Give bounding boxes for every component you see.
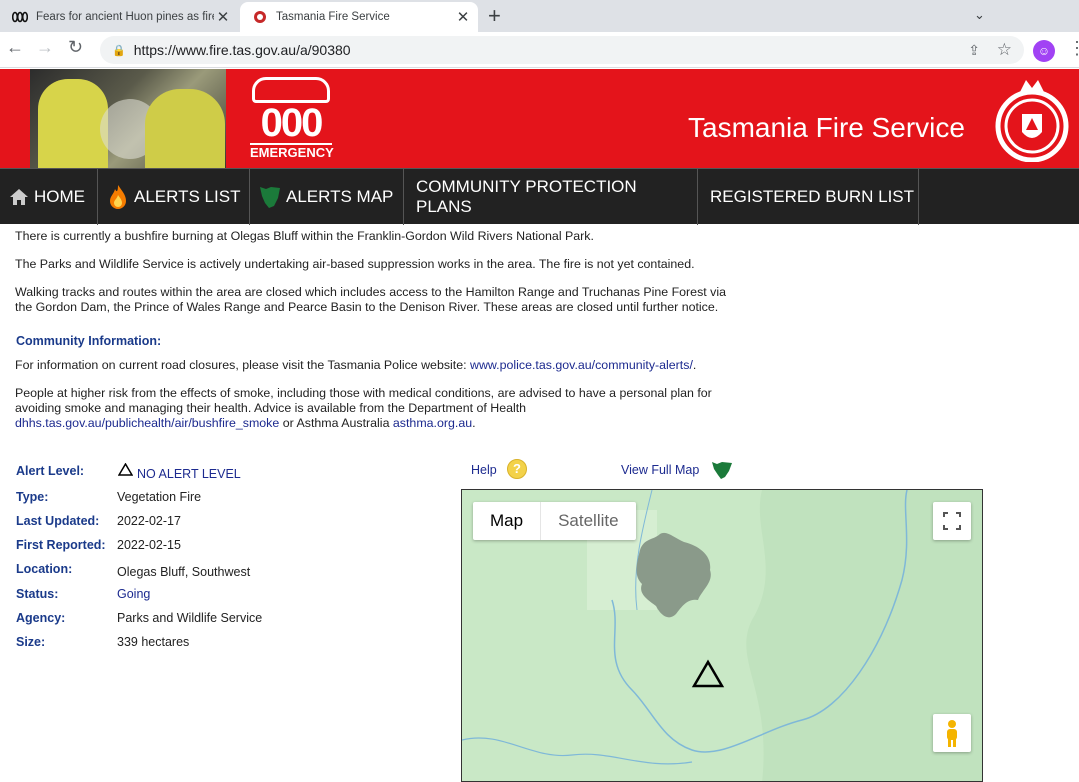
last-updated-value: 2022-02-17 bbox=[117, 514, 181, 528]
last-updated-label: Last Updated: bbox=[16, 514, 100, 528]
browser-tab[interactable]: Fears for ancient Huon pines as fire ✕ bbox=[0, 2, 238, 32]
nav-registered-burn-list[interactable]: REGISTERED BURN LIST bbox=[698, 169, 919, 225]
paragraph: For information on current road closures… bbox=[15, 358, 697, 372]
browser-toolbar: ← → ↻ 🔒 https://www.fire.tas.gov.au/a/90… bbox=[0, 32, 1079, 68]
telephone-icon bbox=[252, 77, 330, 103]
tfs-crest-icon bbox=[252, 9, 268, 25]
police-link[interactable]: www.police.tas.gov.au/community-alerts/ bbox=[470, 358, 693, 372]
abc-news-icon bbox=[12, 9, 28, 25]
alert-level-label: Alert Level: bbox=[16, 464, 85, 478]
chevron-down-icon[interactable]: ⌄ bbox=[974, 7, 985, 23]
menu-kebab-icon[interactable]: ⋮ bbox=[1068, 38, 1079, 59]
main-navigation: HOME ALERTS LIST ALERTS MAP COMMUNITY PR… bbox=[0, 168, 1079, 225]
paragraph: the Gordon Dam, the Prince of Wales Rang… bbox=[15, 300, 719, 314]
tasmania-map-icon[interactable] bbox=[711, 460, 733, 480]
emergency-label: EMERGENCY bbox=[250, 143, 334, 160]
nav-label: HOME bbox=[34, 187, 85, 206]
help-question-icon[interactable]: ? bbox=[507, 459, 527, 479]
map-type-satellite-button[interactable]: Satellite bbox=[541, 502, 635, 540]
new-tab-icon[interactable]: + bbox=[488, 3, 501, 29]
nav-alerts-map[interactable]: ALERTS MAP bbox=[250, 169, 404, 225]
browser-tab-bar: Fears for ancient Huon pines as fire ✕ T… bbox=[0, 0, 1079, 32]
dhhs-link[interactable]: dhhs.tas.gov.au/publichealth/air/bushfir… bbox=[15, 416, 279, 430]
flame-icon bbox=[110, 185, 126, 209]
paragraph: dhhs.tas.gov.au/publichealth/air/bushfir… bbox=[15, 416, 476, 430]
emergency-000-logo: 000 EMERGENCY bbox=[250, 77, 334, 161]
paragraph: People at higher risk from the effects o… bbox=[15, 386, 712, 400]
agency-label: Agency: bbox=[16, 611, 66, 625]
first-reported-value: 2022-02-15 bbox=[117, 538, 181, 552]
paragraph: The Parks and Wildlife Service is active… bbox=[15, 257, 695, 271]
paragraph: Walking tracks and routes within the are… bbox=[15, 285, 726, 299]
emergency-number: 000 bbox=[260, 101, 324, 145]
asthma-link[interactable]: asthma.org.au bbox=[393, 416, 472, 430]
share-icon[interactable]: ⇪ bbox=[968, 42, 980, 59]
url-text: https://www.fire.tas.gov.au/a/90380 bbox=[133, 42, 351, 58]
size-label: Size: bbox=[16, 635, 46, 649]
map-type-control: Map Satellite bbox=[473, 502, 636, 540]
status-value[interactable]: Going bbox=[117, 587, 150, 601]
profile-avatar-icon[interactable]: ☺ bbox=[1033, 40, 1055, 62]
street-view-button[interactable] bbox=[933, 714, 971, 752]
tab-title: Fears for ancient Huon pines as fire bbox=[36, 11, 214, 23]
nav-alerts-list[interactable]: ALERTS LIST bbox=[98, 169, 250, 225]
bookmark-star-icon[interactable]: ☆ bbox=[997, 40, 1012, 60]
help-link[interactable]: Help bbox=[471, 463, 497, 477]
agency-value: Parks and Wildlife Service bbox=[117, 611, 263, 625]
size-value: 339 hectares bbox=[117, 635, 190, 649]
location-label: Location: bbox=[16, 562, 73, 576]
nav-community-protection-plans[interactable]: COMMUNITY PROTECTION PLANS bbox=[404, 169, 698, 225]
map-type-map-button[interactable]: Map bbox=[473, 502, 542, 540]
site-title[interactable]: Tasmania Fire Service bbox=[688, 112, 965, 144]
close-tab-icon[interactable]: ✕ bbox=[214, 8, 232, 26]
nav-label: COMMUNITY PROTECTION PLANS bbox=[416, 177, 637, 216]
lock-icon[interactable]: 🔒 bbox=[112, 44, 126, 57]
home-icon bbox=[10, 189, 28, 205]
fullscreen-button[interactable] bbox=[933, 502, 971, 540]
type-value: Vegetation Fire bbox=[117, 490, 202, 504]
community-information-heading: Community Information: bbox=[16, 334, 162, 348]
site-header: 000 EMERGENCY Tasmania Fire Service bbox=[0, 69, 1079, 168]
pegman-icon bbox=[947, 720, 957, 747]
reload-icon[interactable]: ↻ bbox=[68, 37, 83, 58]
fullscreen-icon bbox=[943, 512, 961, 530]
tab-title: Tasmania Fire Service bbox=[276, 11, 390, 23]
tasmania-map-icon bbox=[260, 187, 280, 208]
status-label: Status: bbox=[16, 587, 59, 601]
paragraph: There is currently a bushfire burning at… bbox=[15, 229, 594, 243]
address-bar[interactable]: 🔒 https://www.fire.tas.gov.au/a/90380 ⇪ … bbox=[100, 36, 1024, 64]
browser-tab-active[interactable]: Tasmania Fire Service ✕ bbox=[240, 2, 478, 32]
view-full-map-link[interactable]: View Full Map bbox=[621, 463, 699, 477]
nav-label: ALERTS LIST bbox=[134, 187, 241, 206]
triangle-icon bbox=[118, 463, 133, 476]
first-reported-label: First Reported: bbox=[16, 538, 106, 552]
nav-label: ALERTS MAP bbox=[286, 187, 394, 206]
type-label: Type: bbox=[16, 490, 49, 504]
forward-icon[interactable]: → bbox=[36, 37, 54, 58]
nav-home[interactable]: HOME bbox=[0, 169, 98, 225]
tfs-crest-icon[interactable] bbox=[990, 74, 1074, 162]
paragraph: avoiding smoke and managing their health… bbox=[15, 401, 527, 415]
back-icon[interactable]: ← bbox=[6, 37, 24, 58]
nav-label: REGISTERED BURN LIST bbox=[710, 187, 915, 206]
location-value: Olegas Bluff, Southwest bbox=[117, 565, 251, 579]
fire-location-map[interactable]: Map Satellite bbox=[461, 489, 983, 782]
firefighters-photo bbox=[30, 69, 226, 168]
alert-level-value[interactable]: NO ALERT LEVEL bbox=[137, 467, 241, 481]
close-tab-icon[interactable]: ✕ bbox=[454, 8, 472, 26]
